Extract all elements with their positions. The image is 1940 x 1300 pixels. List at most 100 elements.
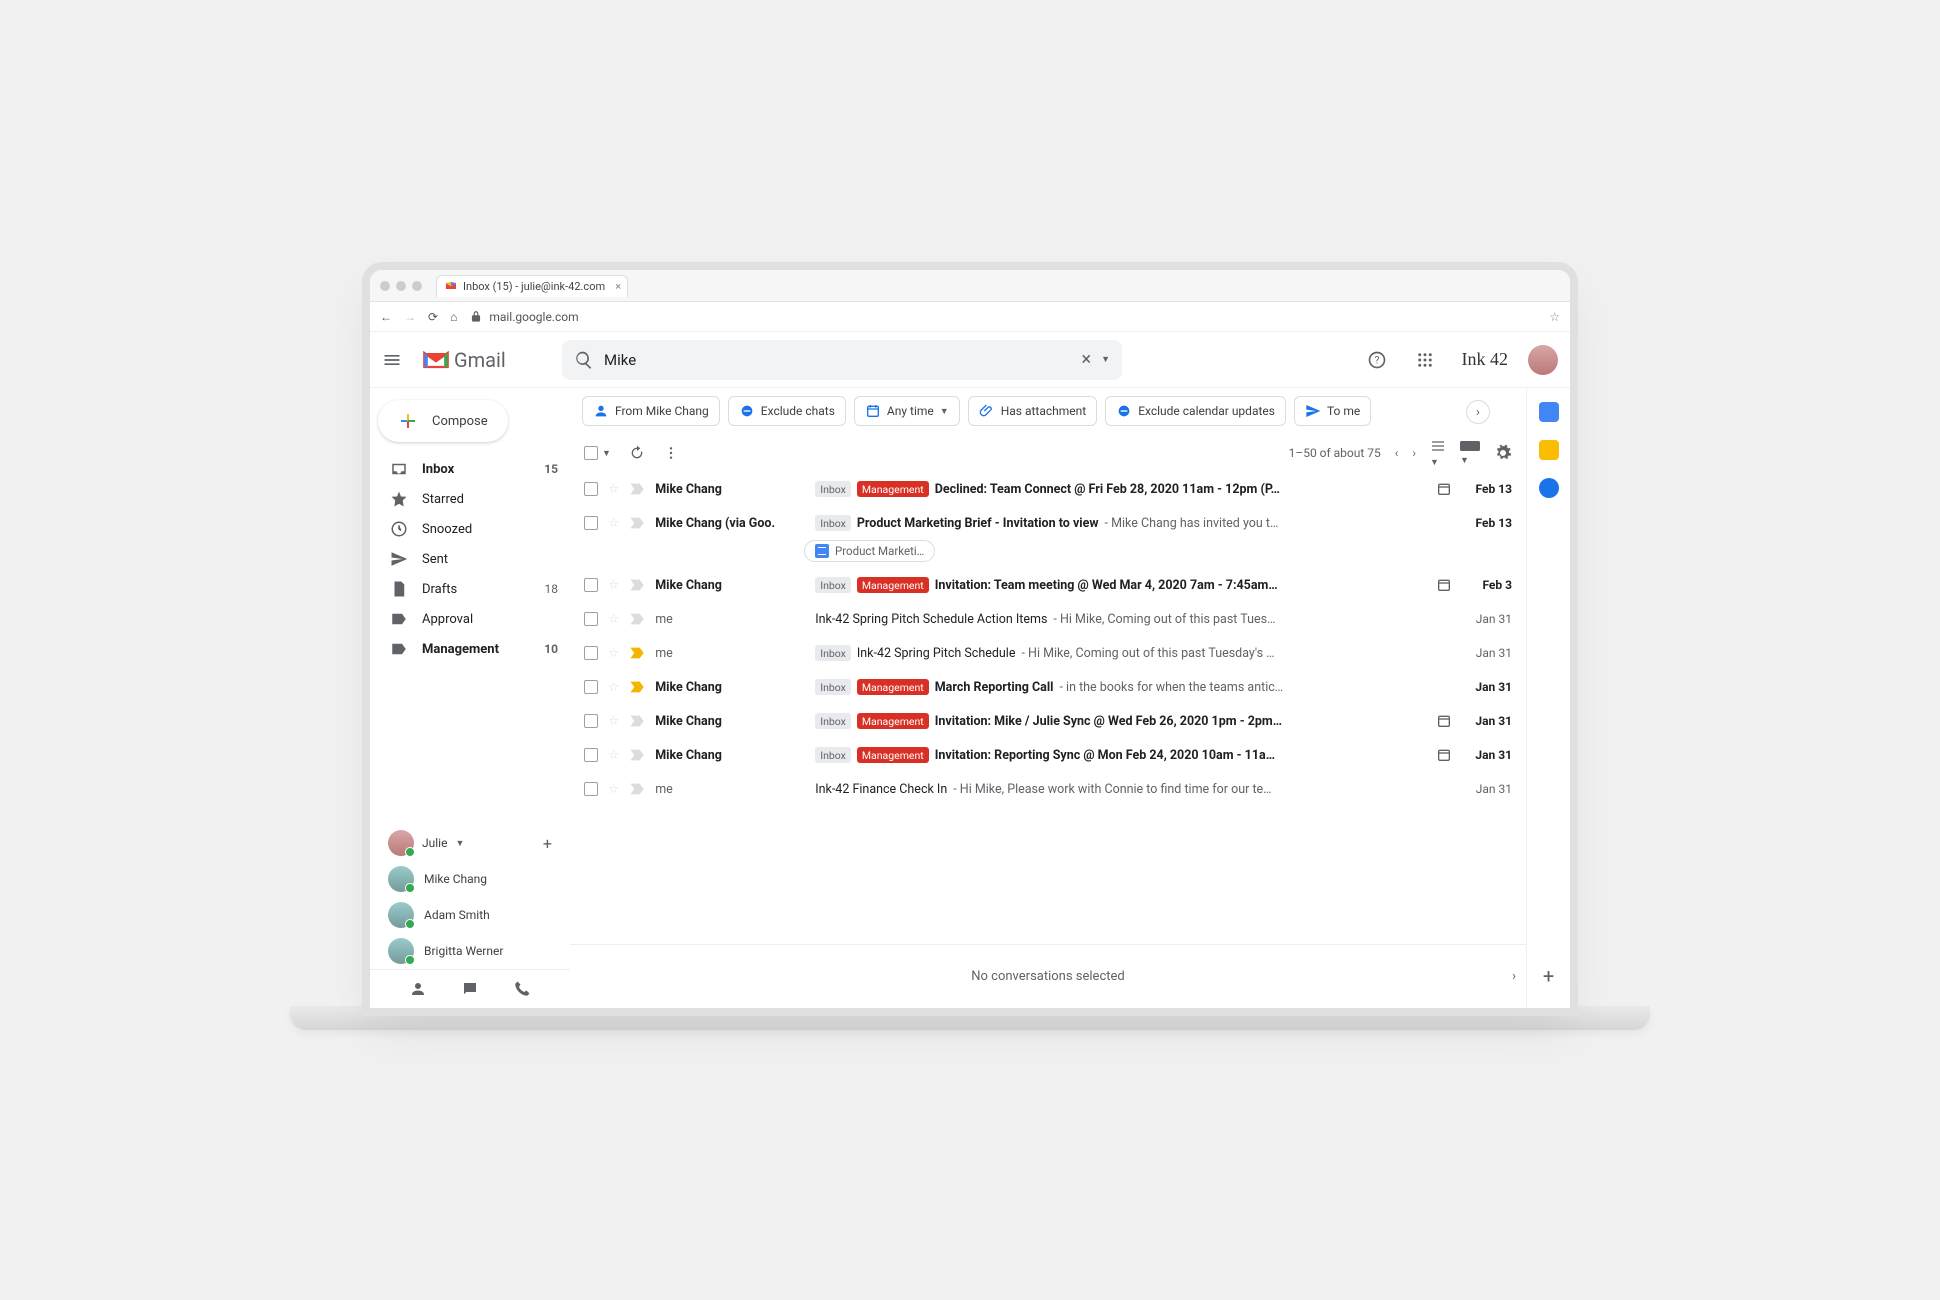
rail-keep-icon[interactable]: [1539, 440, 1559, 460]
select-all-caret-icon[interactable]: ▼: [602, 448, 611, 459]
email-checkbox[interactable]: [584, 782, 598, 796]
sidebar-item-starred[interactable]: Starred: [370, 484, 570, 514]
importance-icon[interactable]: [629, 680, 645, 694]
search-bar[interactable]: × ▼: [562, 340, 1122, 380]
browser-tab[interactable]: Inbox (15) - julie@ink-42.com ×: [436, 275, 628, 297]
importance-icon[interactable]: [629, 646, 645, 660]
refresh-icon[interactable]: [629, 445, 645, 461]
email-row[interactable]: ☆meInk-42 Finance Check InHi Mike, Pleas…: [570, 772, 1526, 806]
star-icon[interactable]: ☆: [608, 481, 619, 497]
star-icon[interactable]: ☆: [608, 645, 619, 661]
chip-exclude-calendar-updates[interactable]: Exclude calendar updates: [1105, 396, 1286, 426]
sidebar-item-sent[interactable]: Sent: [370, 544, 570, 574]
email-row[interactable]: ☆Mike ChangInboxManagementInvitation: Mi…: [570, 704, 1526, 738]
email-checkbox[interactable]: [584, 612, 598, 626]
star-icon[interactable]: ☆: [608, 577, 619, 593]
hangouts-tab-phone-icon[interactable]: [513, 980, 531, 998]
star-icon[interactable]: ☆: [608, 611, 619, 627]
email-checkbox[interactable]: [584, 680, 598, 694]
hangouts-contact[interactable]: Brigitta Werner: [370, 933, 570, 969]
calendar-icon: [865, 403, 881, 419]
email-row[interactable]: ☆Mike ChangInboxManagementInvitation: Re…: [570, 738, 1526, 772]
gmail-logo[interactable]: Gmail: [422, 346, 562, 374]
support-icon[interactable]: ?: [1360, 343, 1394, 377]
email-checkbox[interactable]: [584, 748, 598, 762]
chip-from-mike-chang[interactable]: From Mike Chang: [582, 396, 720, 426]
rail-addons-icon[interactable]: +: [1543, 964, 1554, 988]
side-panel-toggle-icon[interactable]: ›: [1512, 969, 1516, 984]
email-attachment-chip[interactable]: Product Marketi…: [804, 540, 935, 562]
chip-any-time[interactable]: Any time▼: [854, 396, 960, 426]
sidebar-item-inbox[interactable]: Inbox15: [370, 454, 570, 484]
density-icon[interactable]: ▼: [1430, 438, 1446, 468]
hangouts-self-row[interactable]: Julie ▼ +: [370, 825, 570, 861]
email-row[interactable]: ☆Mike ChangInboxManagementMarch Reportin…: [570, 670, 1526, 704]
email-row[interactable]: ☆Mike ChangInboxManagementInvitation: Te…: [570, 568, 1526, 602]
star-icon[interactable]: ☆: [608, 515, 619, 531]
main-menu-icon[interactable]: [382, 350, 422, 370]
email-checkbox[interactable]: [584, 516, 598, 530]
nav-forward-icon[interactable]: →: [404, 310, 416, 324]
chip-has-attachment[interactable]: Has attachment: [968, 396, 1098, 426]
select-all-checkbox[interactable]: [584, 446, 598, 460]
email-row[interactable]: ☆Mike ChangInboxManagementDeclined: Team…: [570, 472, 1526, 506]
importance-icon[interactable]: [629, 748, 645, 762]
chip-exclude-chats[interactable]: Exclude chats: [728, 396, 846, 426]
star-icon[interactable]: ☆: [608, 747, 619, 763]
importance-icon[interactable]: [629, 782, 645, 796]
page-prev-icon[interactable]: ‹: [1395, 446, 1399, 460]
window-close-dot[interactable]: [380, 281, 390, 291]
settings-gear-icon[interactable]: [1494, 444, 1512, 462]
importance-icon[interactable]: [629, 516, 645, 530]
nav-back-icon[interactable]: ←: [380, 310, 392, 324]
email-date: Jan 31: [1462, 748, 1512, 762]
email-row[interactable]: ☆meInboxInk-42 Spring Pitch ScheduleHi M…: [570, 636, 1526, 670]
rail-tasks-icon[interactable]: [1539, 478, 1559, 498]
tab-close-icon[interactable]: ×: [615, 280, 621, 293]
rail-calendar-icon[interactable]: [1539, 402, 1559, 422]
sidebar-item-management[interactable]: Management10: [370, 634, 570, 664]
account-avatar[interactable]: [1528, 345, 1558, 375]
sidebar-item-drafts[interactable]: Drafts18: [370, 574, 570, 604]
nav-home-icon[interactable]: ⌂: [450, 310, 457, 324]
nav-reload-icon[interactable]: ⟳: [428, 310, 438, 324]
search-clear-icon[interactable]: ×: [1081, 349, 1091, 370]
compose-button[interactable]: Compose: [378, 400, 508, 442]
importance-icon[interactable]: [629, 578, 645, 592]
lock-icon: [469, 310, 483, 324]
new-chat-icon[interactable]: +: [543, 834, 552, 853]
importance-icon[interactable]: [629, 612, 645, 626]
importance-icon[interactable]: [629, 714, 645, 728]
sidebar-item-approval[interactable]: Approval: [370, 604, 570, 634]
sidebar-item-snoozed[interactable]: Snoozed: [370, 514, 570, 544]
star-icon[interactable]: ☆: [608, 781, 619, 797]
search-input[interactable]: [604, 351, 1071, 369]
email-checkbox[interactable]: [584, 714, 598, 728]
window-max-dot[interactable]: [412, 281, 422, 291]
chip-label: Has attachment: [1001, 404, 1087, 418]
hangouts-contact[interactable]: Mike Chang: [370, 861, 570, 897]
chips-scroll-right-icon[interactable]: ›: [1466, 400, 1490, 424]
email-sender: me: [655, 646, 805, 661]
star-icon[interactable]: ☆: [608, 713, 619, 729]
hangouts-tab-chat-icon[interactable]: [461, 980, 479, 998]
sidebar-item-label: Inbox: [422, 462, 454, 477]
window-min-dot[interactable]: [396, 281, 406, 291]
chip-to-me[interactable]: To me: [1294, 396, 1371, 426]
star-icon[interactable]: ☆: [608, 679, 619, 695]
importance-icon[interactable]: [629, 482, 645, 496]
email-checkbox[interactable]: [584, 578, 598, 592]
hangouts-contact[interactable]: Adam Smith: [370, 897, 570, 933]
email-checkbox[interactable]: [584, 646, 598, 660]
input-tools-icon[interactable]: ▼: [1460, 440, 1480, 466]
bookmark-star-icon[interactable]: ☆: [1549, 310, 1560, 324]
page-next-icon[interactable]: ›: [1412, 446, 1416, 460]
hangouts-tab-contacts-icon[interactable]: [409, 980, 427, 998]
email-checkbox[interactable]: [584, 482, 598, 496]
search-options-icon[interactable]: ▼: [1101, 354, 1110, 365]
apps-grid-icon[interactable]: [1408, 343, 1442, 377]
url-field[interactable]: mail.google.com: [469, 310, 1537, 324]
more-icon[interactable]: [663, 445, 679, 461]
email-row[interactable]: ☆meInk-42 Spring Pitch Schedule Action I…: [570, 602, 1526, 636]
email-row[interactable]: ☆Mike Chang (via Goo.InboxProduct Market…: [570, 506, 1526, 540]
